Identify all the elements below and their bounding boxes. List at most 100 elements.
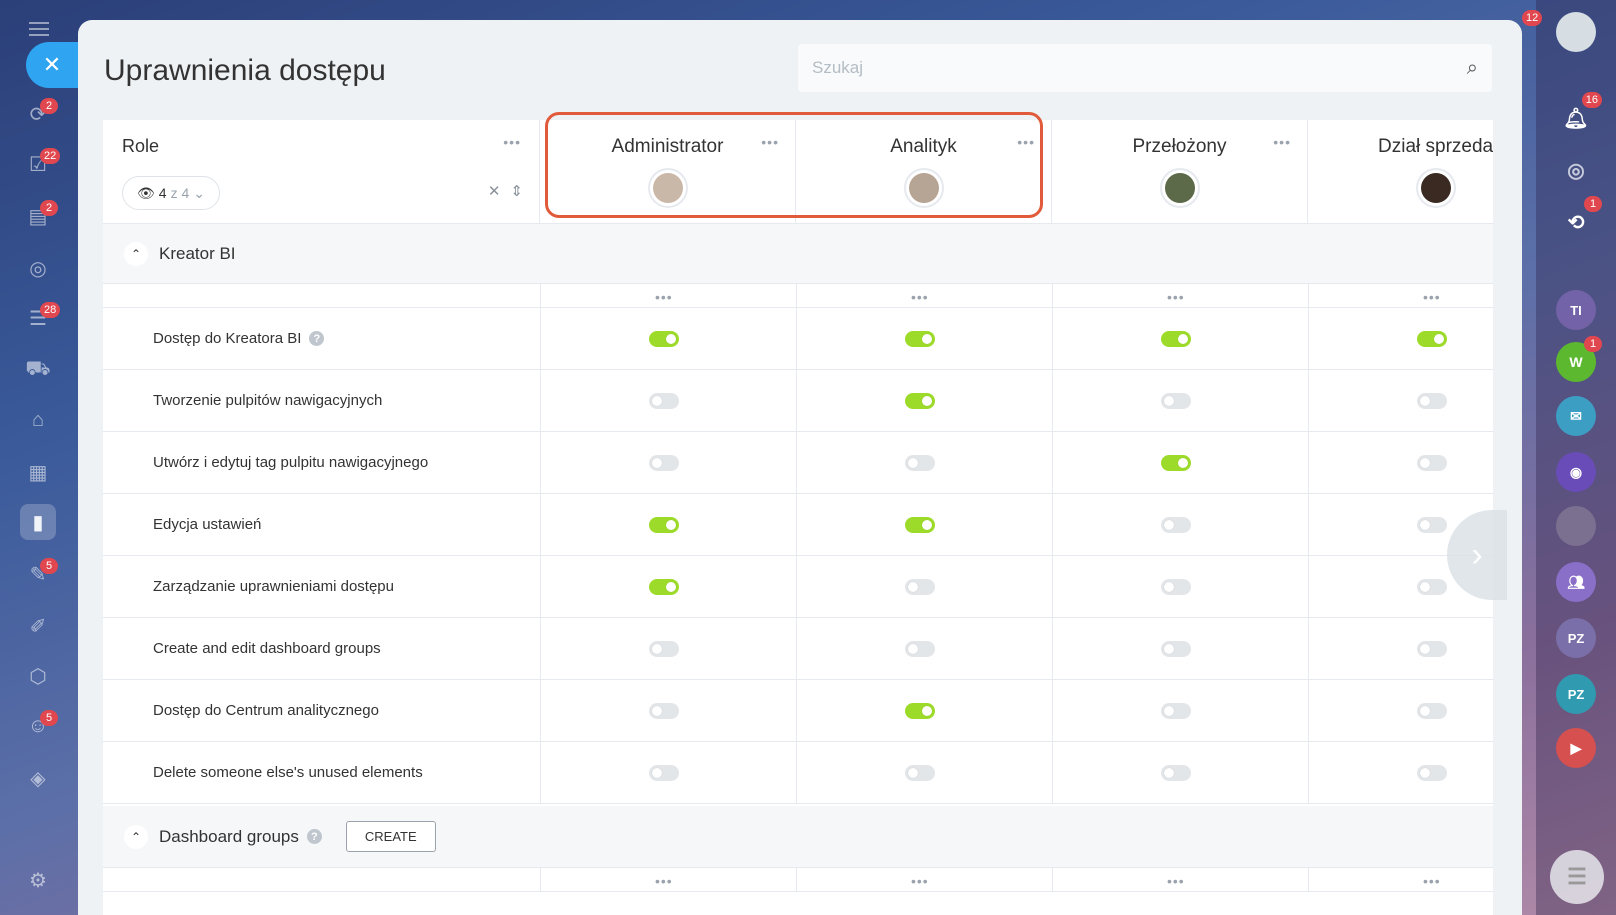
- section-header-kreator-bi: ⌃ Kreator BI: [103, 224, 1493, 284]
- permission-toggle[interactable]: [905, 331, 935, 347]
- chevron-up-icon[interactable]: ⌃: [124, 241, 148, 266]
- nav-sign-icon[interactable]: ✐: [20, 608, 56, 644]
- permission-toggle[interactable]: [1417, 579, 1447, 595]
- permission-toggle[interactable]: [1417, 393, 1447, 409]
- permission-toggle[interactable]: [649, 765, 679, 781]
- permission-toggle[interactable]: [1161, 517, 1191, 533]
- permission-toggle[interactable]: [649, 703, 679, 719]
- permission-cell: [1052, 432, 1308, 493]
- role-column-menu-icon[interactable]: •••: [1273, 134, 1291, 150]
- search-icon[interactable]: ⌕: [1467, 57, 1478, 80]
- permission-toggle[interactable]: [905, 455, 935, 471]
- nav-flow-icon[interactable]: ⟳ 2: [20, 96, 58, 132]
- chat-pz2-avatar[interactable]: PZ: [1556, 674, 1596, 714]
- nav-analytics-icon[interactable]: ▮: [20, 504, 56, 540]
- chat-users-icon[interactable]: 👥︎: [1556, 562, 1596, 602]
- create-button[interactable]: CREATE: [345, 821, 436, 852]
- chat-list-icon[interactable]: ☰: [1550, 850, 1604, 904]
- permission-toggle[interactable]: [1417, 455, 1447, 471]
- role-column-menu-icon[interactable]: •••: [761, 134, 779, 150]
- avatar[interactable]: [1160, 168, 1200, 208]
- permission-toggle[interactable]: [1161, 641, 1191, 657]
- help-icon[interactable]: ?: [306, 829, 322, 844]
- permission-toggle[interactable]: [905, 765, 935, 781]
- nav-hexagon-icon[interactable]: ⬡: [20, 658, 56, 694]
- column-actions-icon[interactable]: •••: [655, 873, 673, 889]
- role-column-menu-icon[interactable]: •••: [1017, 134, 1035, 150]
- permission-toggle[interactable]: [649, 517, 679, 533]
- chat-photo-avatar[interactable]: [1556, 506, 1596, 546]
- sync-icon[interactable]: ⟲ 1: [1556, 196, 1602, 242]
- support-icon[interactable]: ◎: [1556, 150, 1596, 190]
- permission-toggle[interactable]: [1161, 455, 1191, 471]
- permission-label-text: Edycja ustawień: [153, 516, 262, 533]
- menu-icon[interactable]: [29, 22, 49, 36]
- permission-toggle[interactable]: [1417, 641, 1447, 657]
- permission-toggle[interactable]: [649, 579, 679, 595]
- column-actions-icon[interactable]: •••: [911, 873, 929, 889]
- chat-w-avatar[interactable]: W1: [1556, 336, 1602, 382]
- nav-news-icon[interactable]: ▤ 2: [20, 198, 58, 234]
- permission-toggle[interactable]: [905, 517, 935, 533]
- table-row: Utwórz i edytuj tag pulpitu nawigacyjneg…: [103, 432, 1493, 494]
- permission-toggle[interactable]: [1161, 579, 1191, 595]
- chat-w-initial: W: [1569, 354, 1583, 370]
- chevron-up-icon[interactable]: ⌃: [124, 824, 148, 849]
- column-actions-icon[interactable]: •••: [1423, 289, 1441, 305]
- collapse-all-icon[interactable]: ✕: [488, 182, 501, 200]
- permission-toggle[interactable]: [649, 393, 679, 409]
- permission-toggle[interactable]: [1161, 703, 1191, 719]
- nav-target-icon[interactable]: ◎: [20, 250, 56, 286]
- nav-robot-icon[interactable]: ☺ 5: [20, 708, 58, 744]
- user-avatar[interactable]: 12: [1522, 10, 1596, 52]
- permission-toggle[interactable]: [905, 579, 935, 595]
- column-actions-icon[interactable]: •••: [911, 289, 929, 305]
- chat-ti-avatar[interactable]: TI: [1556, 290, 1596, 330]
- permission-toggle[interactable]: [649, 331, 679, 347]
- permission-toggle[interactable]: [1161, 331, 1191, 347]
- permission-toggle[interactable]: [1417, 331, 1447, 347]
- permission-toggle[interactable]: [1161, 765, 1191, 781]
- search-input[interactable]: [812, 58, 1467, 78]
- permission-toggle[interactable]: [649, 641, 679, 657]
- role-menu-icon[interactable]: •••: [503, 134, 521, 150]
- column-actions-icon[interactable]: •••: [1167, 289, 1185, 305]
- avatar[interactable]: [648, 168, 688, 208]
- cell: •••: [1308, 868, 1493, 891]
- permission-cell: [540, 618, 796, 679]
- permission-toggle[interactable]: [1161, 393, 1191, 409]
- notifications-bell-icon[interactable]: 🔔︎ 16: [1556, 92, 1602, 138]
- video-call-icon[interactable]: ▶: [1556, 728, 1596, 768]
- permission-toggle[interactable]: [1417, 703, 1447, 719]
- nav-cart-icon[interactable]: ⛟: [20, 352, 56, 388]
- column-actions-icon[interactable]: •••: [1423, 873, 1441, 889]
- permission-cell: [1052, 556, 1308, 617]
- nav-calendar-icon[interactable]: ▦: [20, 454, 56, 490]
- role-visibility-filter[interactable]: 👁︎ 4 z 4 ⌄: [122, 176, 220, 210]
- permission-cell: [796, 370, 1052, 431]
- permission-toggle[interactable]: [1417, 517, 1447, 533]
- close-button[interactable]: ✕: [26, 42, 78, 88]
- column-actions-icon[interactable]: •••: [655, 289, 673, 305]
- avatar[interactable]: [1416, 168, 1456, 208]
- chat-pz1-avatar[interactable]: PZ: [1556, 618, 1596, 658]
- nav-store-icon[interactable]: ⌂: [20, 402, 56, 438]
- permission-toggle[interactable]: [649, 455, 679, 471]
- chat-channel-icon[interactable]: ◉: [1556, 452, 1596, 492]
- chat-group-icon[interactable]: ✉: [1556, 396, 1596, 436]
- help-icon[interactable]: ?: [309, 331, 325, 346]
- search-box[interactable]: ⌕: [798, 44, 1492, 92]
- expand-all-icon[interactable]: ⇕: [510, 182, 523, 200]
- permission-toggle[interactable]: [905, 393, 935, 409]
- nav-box-icon[interactable]: ◈: [20, 760, 56, 796]
- nav-docs-icon[interactable]: ✎ 5: [20, 556, 58, 592]
- nav-funnel-icon[interactable]: ☰ 28: [20, 300, 61, 336]
- settings-gear-icon[interactable]: ⚙: [20, 862, 56, 898]
- nav-tasks-icon[interactable]: ☑ 22: [20, 146, 61, 182]
- permission-toggle[interactable]: [905, 641, 935, 657]
- avatar[interactable]: [904, 168, 944, 208]
- permission-toggle[interactable]: [1417, 765, 1447, 781]
- column-actions-icon[interactable]: •••: [1167, 873, 1185, 889]
- section-title: Kreator BI: [159, 243, 236, 263]
- permission-toggle[interactable]: [905, 703, 935, 719]
